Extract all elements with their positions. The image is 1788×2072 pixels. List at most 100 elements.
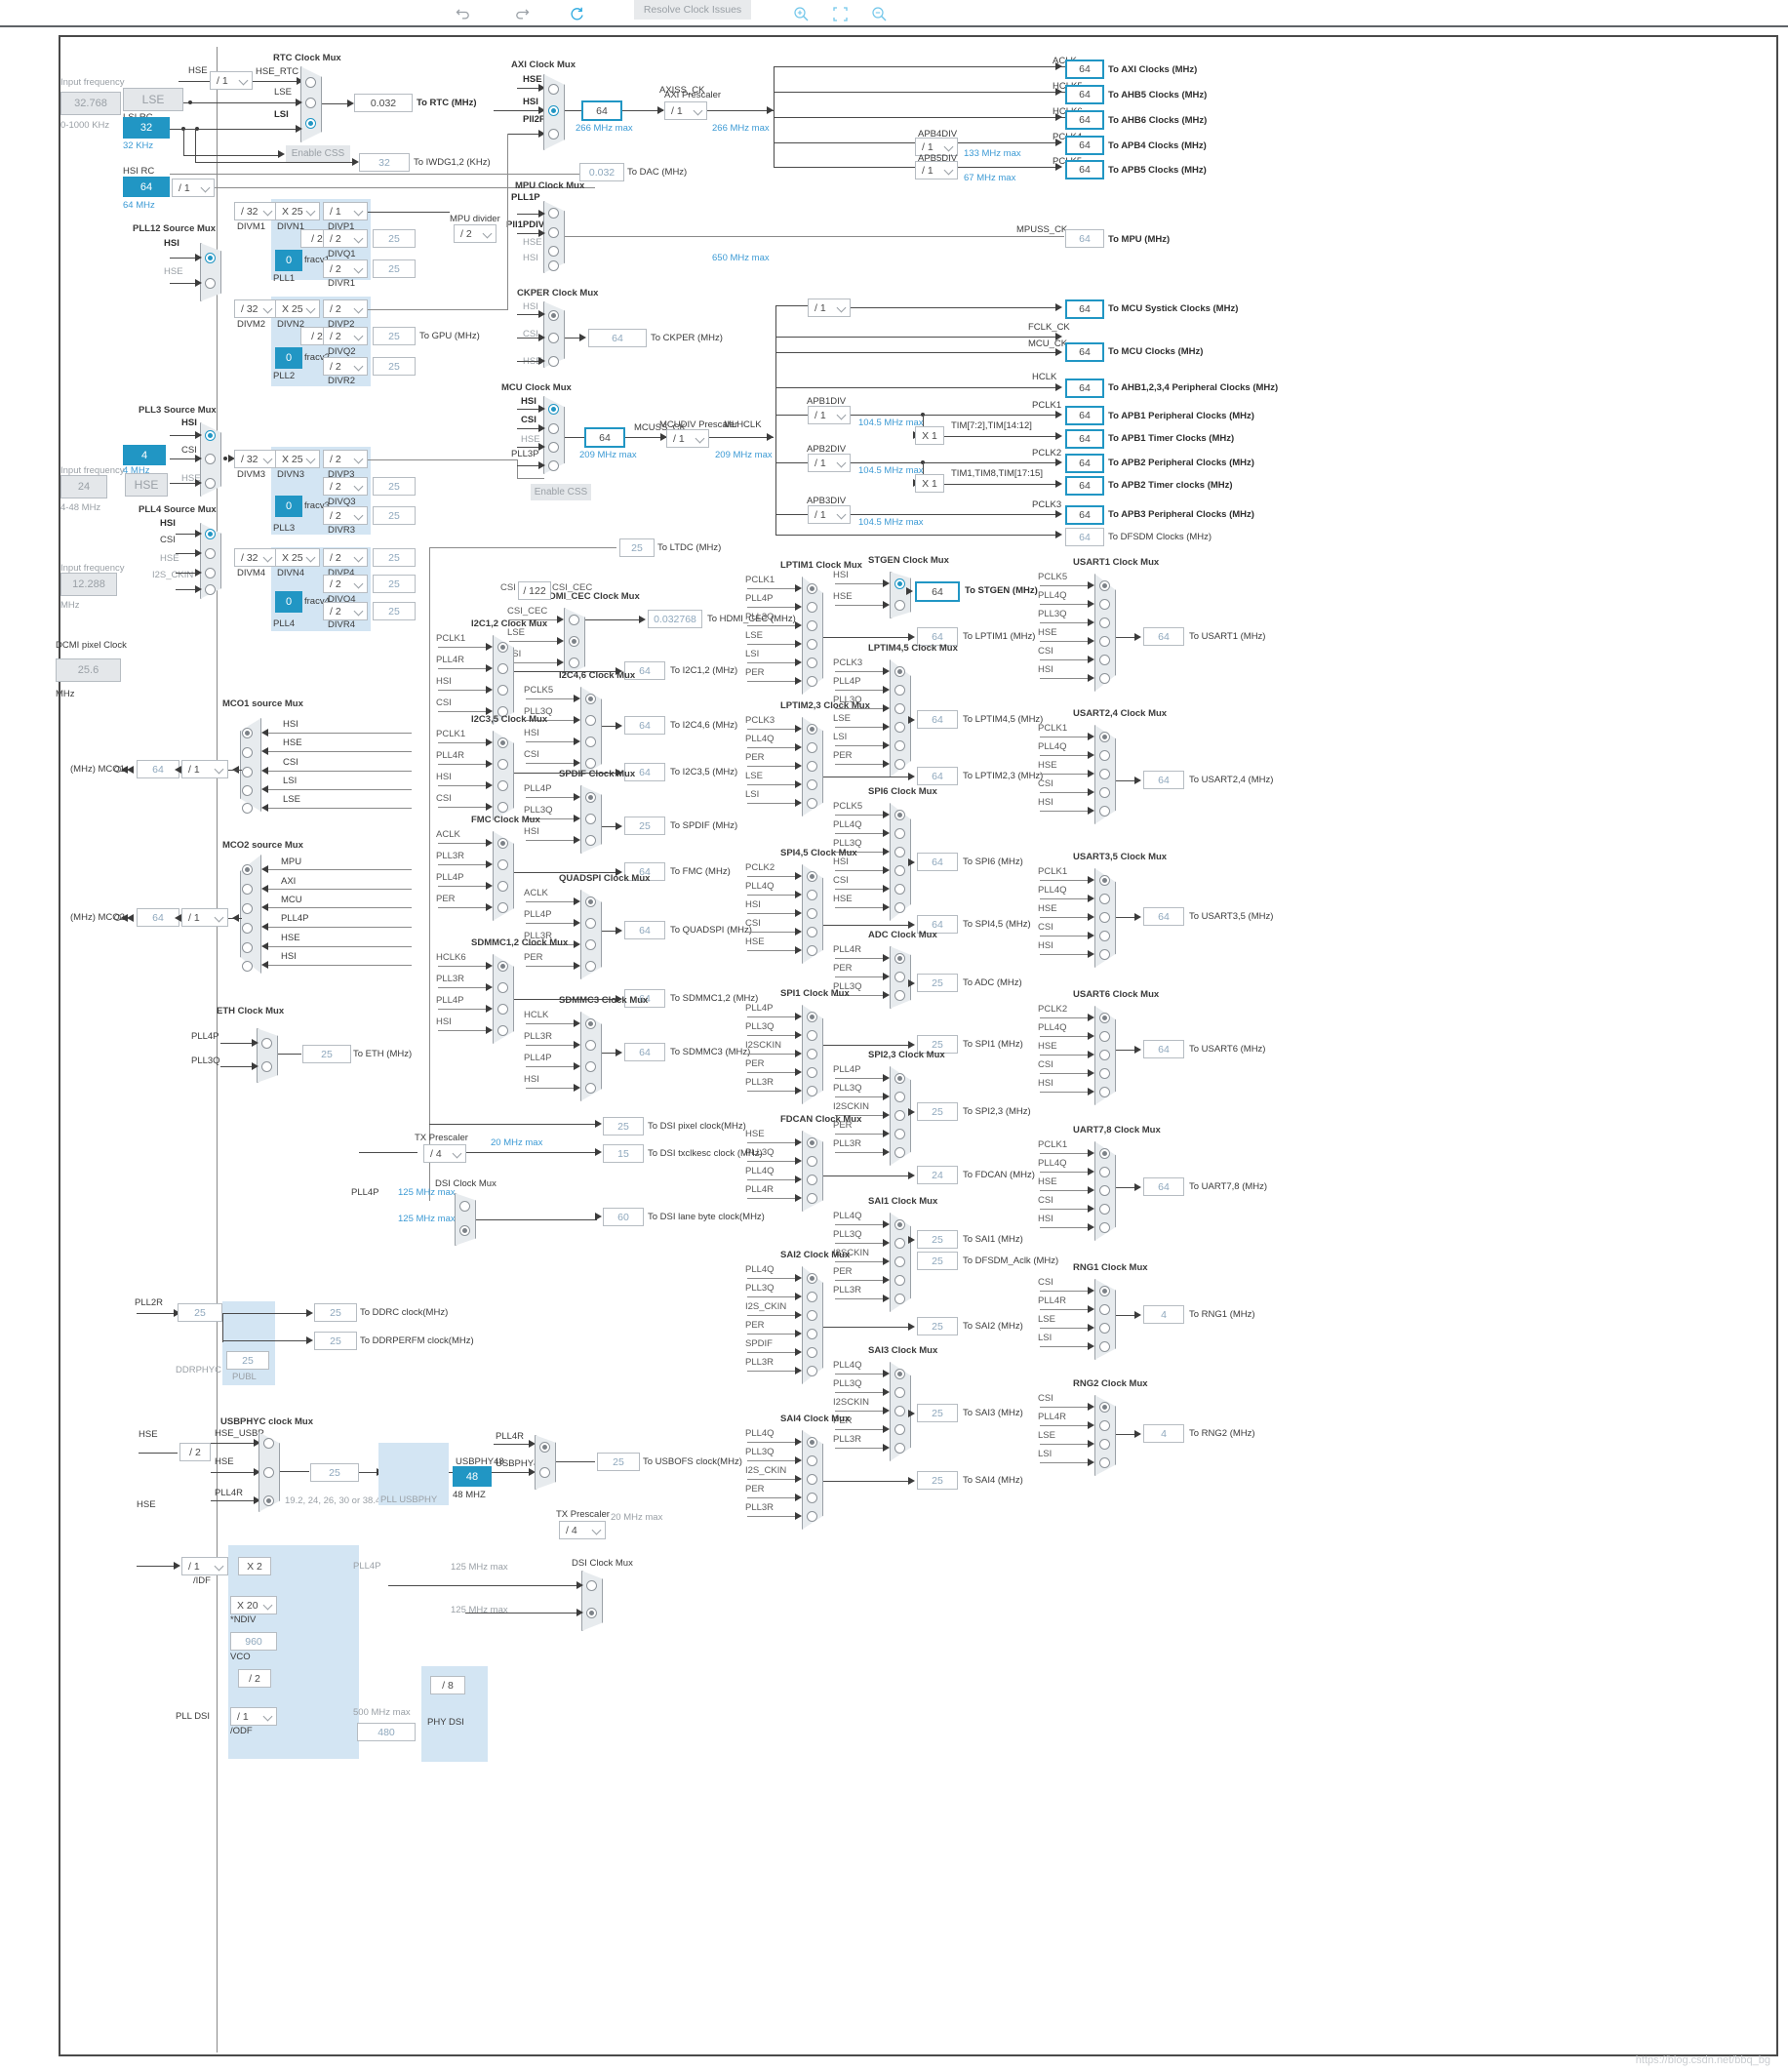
divp4-out-value[interactable]: 25 bbox=[373, 548, 416, 567]
divp1[interactable]: / 1 bbox=[323, 202, 368, 220]
sai4-option-4[interactable] bbox=[807, 1511, 817, 1522]
sai3-option-0[interactable] bbox=[894, 1369, 905, 1379]
dcmi-pixel-clock-value[interactable]: 25.6 bbox=[56, 658, 121, 682]
divm2[interactable]: / 32 bbox=[234, 299, 277, 318]
usart6-option-3[interactable] bbox=[1099, 1068, 1110, 1079]
i2c46-option-2[interactable] bbox=[585, 737, 596, 747]
divq3-out-value[interactable]: 25 bbox=[373, 477, 416, 496]
apb2-timer-value[interactable]: 64 bbox=[1065, 476, 1104, 496]
fracv4-value[interactable]: 0 bbox=[275, 591, 302, 613]
sdmmc12-option-3[interactable] bbox=[497, 1025, 508, 1036]
i2c12-option-2[interactable] bbox=[497, 685, 508, 696]
dsi-mux2-option-0[interactable] bbox=[459, 1201, 470, 1212]
pll4-mux-option-1[interactable] bbox=[205, 548, 216, 559]
lptim1-option-5[interactable] bbox=[807, 676, 817, 687]
lptim45-value[interactable]: 64 bbox=[917, 710, 958, 729]
sai2-option-4[interactable] bbox=[807, 1347, 817, 1358]
spi1-option-0[interactable] bbox=[807, 1012, 817, 1022]
divn4[interactable]: X 25 bbox=[275, 548, 320, 567]
divr4-out-value[interactable]: 25 bbox=[373, 602, 416, 620]
lptim23-value[interactable]: 64 bbox=[917, 767, 958, 785]
ckper-mux-option-0[interactable] bbox=[548, 310, 559, 321]
fdcan-option-0[interactable] bbox=[807, 1137, 817, 1148]
i2c12-option-1[interactable] bbox=[497, 663, 508, 674]
sdmmc3-option-2[interactable] bbox=[585, 1061, 596, 1072]
mco1-option-3[interactable] bbox=[242, 785, 253, 796]
sai1-option-0[interactable] bbox=[894, 1219, 905, 1230]
dsi-vco-value[interactable]: 960 bbox=[230, 1632, 277, 1651]
axi-mux-option-0[interactable] bbox=[548, 84, 559, 95]
lptim23-option-2[interactable] bbox=[807, 761, 817, 772]
sdmmc3-option-0[interactable] bbox=[585, 1018, 596, 1029]
divr1-out-value[interactable]: 25 bbox=[373, 259, 416, 278]
usart24-option-2[interactable] bbox=[1099, 769, 1110, 779]
mco2-option-2[interactable] bbox=[242, 903, 253, 914]
mcu-mux-option-0[interactable] bbox=[548, 404, 559, 415]
apb1div[interactable]: / 1 bbox=[808, 406, 851, 424]
hdmi-cec-option-2[interactable] bbox=[569, 657, 579, 668]
dsi-mux2-option-1[interactable] bbox=[459, 1225, 470, 1236]
systick-value[interactable]: 64 bbox=[1065, 299, 1104, 319]
lsi-rc-value[interactable]: 32 bbox=[123, 117, 170, 139]
divm3[interactable]: / 32 bbox=[234, 450, 277, 468]
hsi-rc-value[interactable]: 64 bbox=[123, 177, 170, 197]
rng2-option-0[interactable] bbox=[1099, 1402, 1110, 1413]
sai2-option-0[interactable] bbox=[807, 1273, 817, 1284]
rtc-mux-option-2[interactable] bbox=[305, 118, 316, 129]
rng2-option-2[interactable] bbox=[1099, 1439, 1110, 1450]
rtc-mux-option-0[interactable] bbox=[305, 77, 316, 88]
mcu-value[interactable]: 64 bbox=[584, 427, 625, 448]
mco2-option-4[interactable] bbox=[242, 942, 253, 953]
lptim1-option-0[interactable] bbox=[807, 583, 817, 594]
mco1-divider[interactable]: / 1 bbox=[181, 760, 228, 778]
usart24-value[interactable]: 64 bbox=[1143, 771, 1184, 789]
spi45-option-0[interactable] bbox=[807, 871, 817, 882]
lptim45-option-4[interactable] bbox=[894, 740, 905, 751]
gpu-value[interactable]: 25 bbox=[373, 327, 416, 345]
fracv1-value[interactable]: 0 bbox=[275, 250, 302, 271]
spi6-option-4[interactable] bbox=[894, 884, 905, 895]
sai4-option-2[interactable] bbox=[807, 1474, 817, 1485]
rng1-option-2[interactable] bbox=[1099, 1323, 1110, 1334]
rng2-value[interactable]: 4 bbox=[1143, 1424, 1184, 1443]
sai3-option-1[interactable] bbox=[894, 1387, 905, 1398]
usb-option-1[interactable] bbox=[263, 1467, 274, 1478]
i2c46-option-0[interactable] bbox=[585, 694, 596, 704]
pll3-mux-option-1[interactable] bbox=[205, 454, 216, 464]
spdif-option-1[interactable] bbox=[585, 814, 596, 824]
usart1-option-3[interactable] bbox=[1099, 636, 1110, 647]
ckper-mux-option-1[interactable] bbox=[548, 333, 559, 343]
lptim23-option-1[interactable] bbox=[807, 742, 817, 753]
spi6-option-2[interactable] bbox=[894, 847, 905, 857]
pll4-mux-option-0[interactable] bbox=[205, 529, 216, 539]
mcu-clocks-value[interactable]: 64 bbox=[1065, 342, 1104, 362]
sai1-option-3[interactable] bbox=[894, 1275, 905, 1286]
sai4-option-0[interactable] bbox=[807, 1437, 817, 1448]
spi45-option-4[interactable] bbox=[807, 945, 817, 956]
usart1-option-0[interactable] bbox=[1099, 580, 1110, 591]
usart24-option-1[interactable] bbox=[1099, 750, 1110, 761]
apb5-clocks-value[interactable]: 64 bbox=[1065, 160, 1104, 179]
divr3-out-value[interactable]: 25 bbox=[373, 506, 416, 525]
axi-clocks-value[interactable]: 64 bbox=[1065, 60, 1104, 79]
spi23-option-3[interactable] bbox=[894, 1129, 905, 1139]
lptim23-option-3[interactable] bbox=[807, 779, 817, 790]
usbofs-value[interactable]: 25 bbox=[597, 1453, 640, 1471]
sai3-option-3[interactable] bbox=[894, 1424, 905, 1435]
divr1[interactable]: / 2 bbox=[323, 259, 368, 278]
usb-value[interactable]: 25 bbox=[310, 1463, 359, 1482]
mco2-option-3[interactable] bbox=[242, 923, 253, 934]
fdcan-option-1[interactable] bbox=[807, 1156, 817, 1167]
usart35-option-4[interactable] bbox=[1099, 949, 1110, 960]
fdcan-value[interactable]: 24 bbox=[917, 1166, 958, 1184]
usart35-option-3[interactable] bbox=[1099, 931, 1110, 941]
quadspi-option-2[interactable] bbox=[585, 939, 596, 950]
rng2-option-1[interactable] bbox=[1099, 1420, 1110, 1431]
lptim45-option-3[interactable] bbox=[894, 722, 905, 733]
adc-option-1[interactable] bbox=[894, 972, 905, 982]
spi23-option-1[interactable] bbox=[894, 1092, 905, 1102]
pll3-mux-option-0[interactable] bbox=[205, 430, 216, 441]
lptim1-option-2[interactable] bbox=[807, 620, 817, 631]
adc-value[interactable]: 25 bbox=[917, 974, 958, 992]
spi6-option-1[interactable] bbox=[894, 828, 905, 839]
